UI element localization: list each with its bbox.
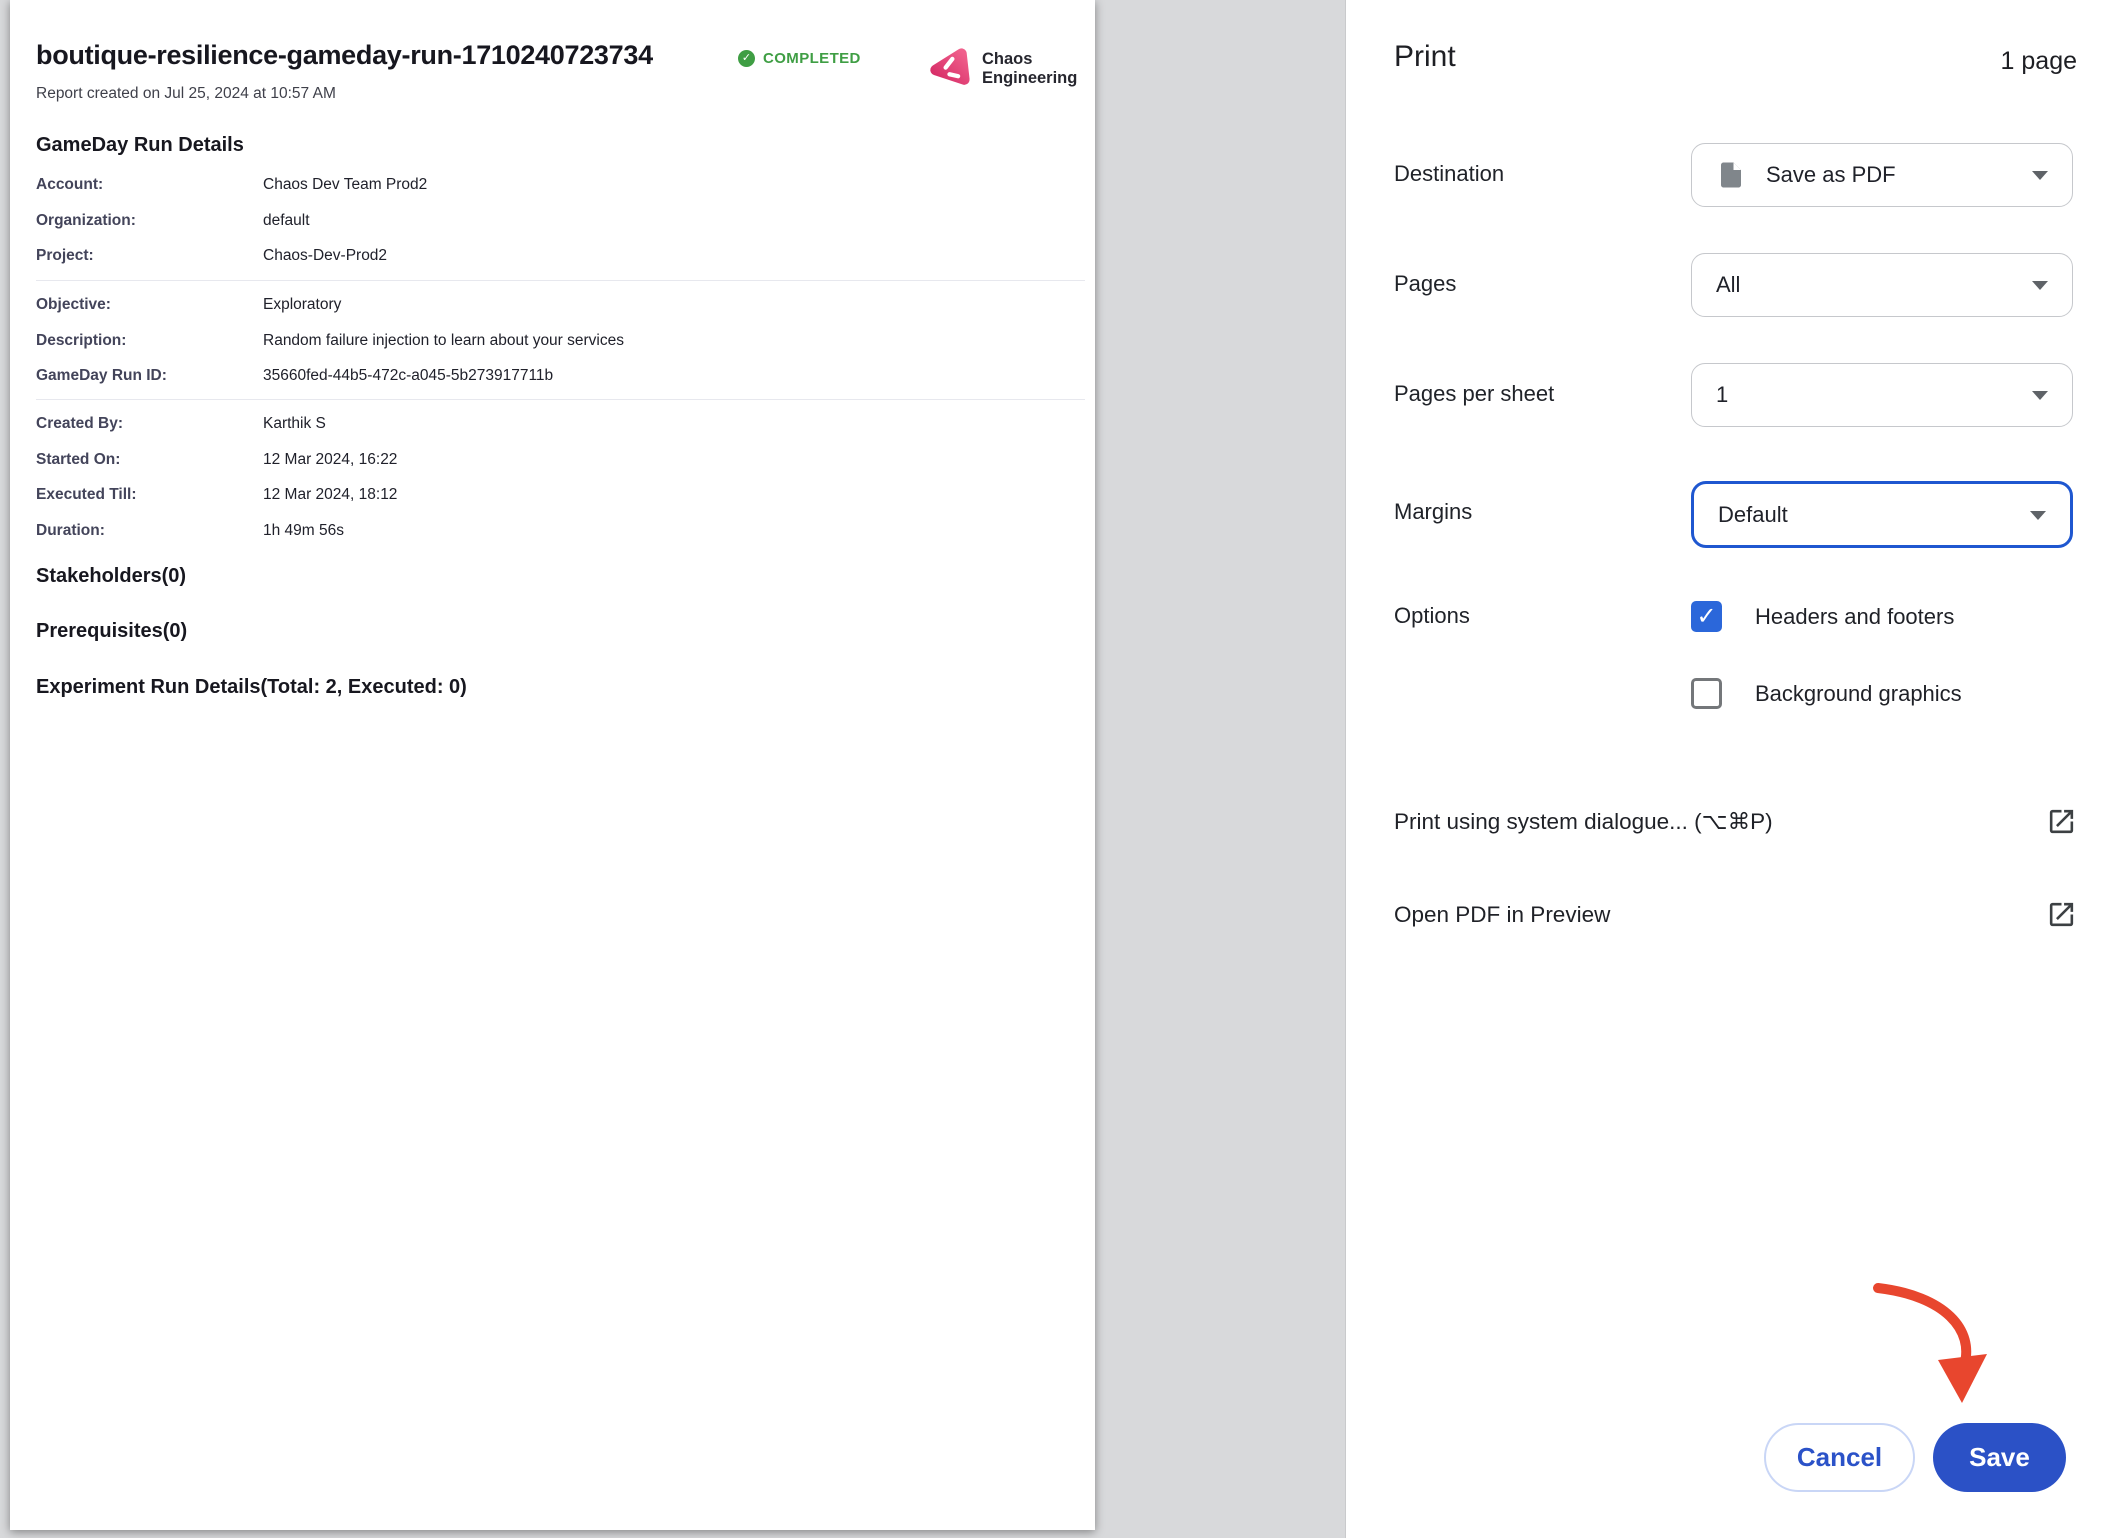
divider: [36, 280, 1085, 281]
headers-footers-option: ✓ Headers and footers: [1691, 601, 1954, 632]
pages-per-sheet-select[interactable]: 1: [1691, 363, 2073, 427]
detail-row: Account: Chaos Dev Team Prod2: [10, 168, 1095, 204]
chevron-down-icon: [2030, 511, 2046, 520]
pages-per-sheet-value: 1: [1716, 382, 1728, 408]
headers-footers-label: Headers and footers: [1755, 604, 1954, 630]
detail-row: Description: Random failure injection to…: [10, 324, 1095, 360]
margins-label: Margins: [1394, 499, 1472, 525]
detail-row: Created By: Karthik S: [10, 407, 1095, 443]
details-group-objective: Objective: Exploratory Description: Rand…: [10, 288, 1095, 395]
prerequisites-heading: Prerequisites(0): [36, 620, 187, 643]
margins-select[interactable]: Default: [1691, 481, 2073, 548]
open-pdf-preview-label: Open PDF in Preview: [1394, 902, 2046, 928]
divider: [36, 399, 1085, 400]
detail-row: Started On: 12 Mar 2024, 16:22: [10, 443, 1095, 479]
save-button[interactable]: Save: [1933, 1423, 2066, 1492]
document-page: boutique-resilience-gameday-run-17102407…: [10, 0, 1095, 1530]
detail-row: Organization: default: [10, 204, 1095, 240]
system-dialog-link-label: Print using system dialogue... (⌥⌘P): [1394, 809, 2046, 835]
detail-row: Project: Chaos-Dev-Prod2: [10, 239, 1095, 275]
pages-label: Pages: [1394, 271, 1456, 297]
status-badge: ✓ COMPLETED: [738, 50, 861, 67]
pages-per-sheet-label: Pages per sheet: [1394, 381, 1554, 407]
headers-footers-checkbox[interactable]: ✓: [1691, 601, 1722, 632]
pages-select[interactable]: All: [1691, 253, 2073, 317]
chaos-engineering-logo: Chaos Engineering: [926, 46, 1077, 92]
pages-value: All: [1716, 272, 1740, 298]
margins-value: Default: [1718, 502, 1788, 528]
gameday-details-heading: GameDay Run Details: [36, 134, 244, 157]
external-link-icon: [2046, 899, 2077, 930]
check-circle-icon: ✓: [738, 50, 755, 67]
pdf-file-icon: [1716, 157, 1746, 193]
details-group-account: Account: Chaos Dev Team Prod2 Organizati…: [10, 168, 1095, 275]
report-created-line: Report created on Jul 25, 2024 at 10:57 …: [36, 85, 336, 103]
background-graphics-label: Background graphics: [1755, 681, 1962, 707]
detail-row: Executed Till: 12 Mar 2024, 18:12: [10, 478, 1095, 514]
stakeholders-heading: Stakeholders(0): [36, 565, 186, 588]
open-pdf-preview-link[interactable]: Open PDF in Preview: [1394, 899, 2077, 930]
destination-label: Destination: [1394, 161, 1504, 187]
background-graphics-option: Background graphics: [1691, 678, 1962, 709]
page-count: 1 page: [2001, 47, 2077, 76]
print-dialog-title: Print: [1394, 40, 1456, 74]
status-text: COMPLETED: [763, 50, 861, 67]
details-group-run: Created By: Karthik S Started On: 12 Mar…: [10, 407, 1095, 549]
chevron-down-icon: [2032, 281, 2048, 290]
experiment-run-details-heading: Experiment Run Details(Total: 2, Execute…: [36, 676, 467, 699]
destination-select[interactable]: Save as PDF: [1691, 143, 2073, 207]
report-title: boutique-resilience-gameday-run-17102407…: [36, 40, 653, 71]
detail-row: Duration: 1h 49m 56s: [10, 514, 1095, 550]
system-dialog-link[interactable]: Print using system dialogue... (⌥⌘P): [1394, 806, 2077, 837]
print-preview-area: boutique-resilience-gameday-run-17102407…: [0, 0, 1345, 1538]
destination-value: Save as PDF: [1766, 162, 1896, 188]
options-label: Options: [1394, 603, 1470, 629]
cancel-button[interactable]: Cancel: [1764, 1423, 1915, 1492]
detail-row: GameDay Run ID: 35660fed-44b5-472c-a045-…: [10, 359, 1095, 395]
chevron-down-icon: [2032, 391, 2048, 400]
chaos-logo-icon: [926, 46, 972, 92]
background-graphics-checkbox[interactable]: [1691, 678, 1722, 709]
chevron-down-icon: [2032, 171, 2048, 180]
external-link-icon: [2046, 806, 2077, 837]
print-settings-panel: Print 1 page Destination Save as PDF Pag…: [1345, 0, 2110, 1538]
detail-row: Objective: Exploratory: [10, 288, 1095, 324]
logo-text: Chaos Engineering: [982, 50, 1077, 89]
